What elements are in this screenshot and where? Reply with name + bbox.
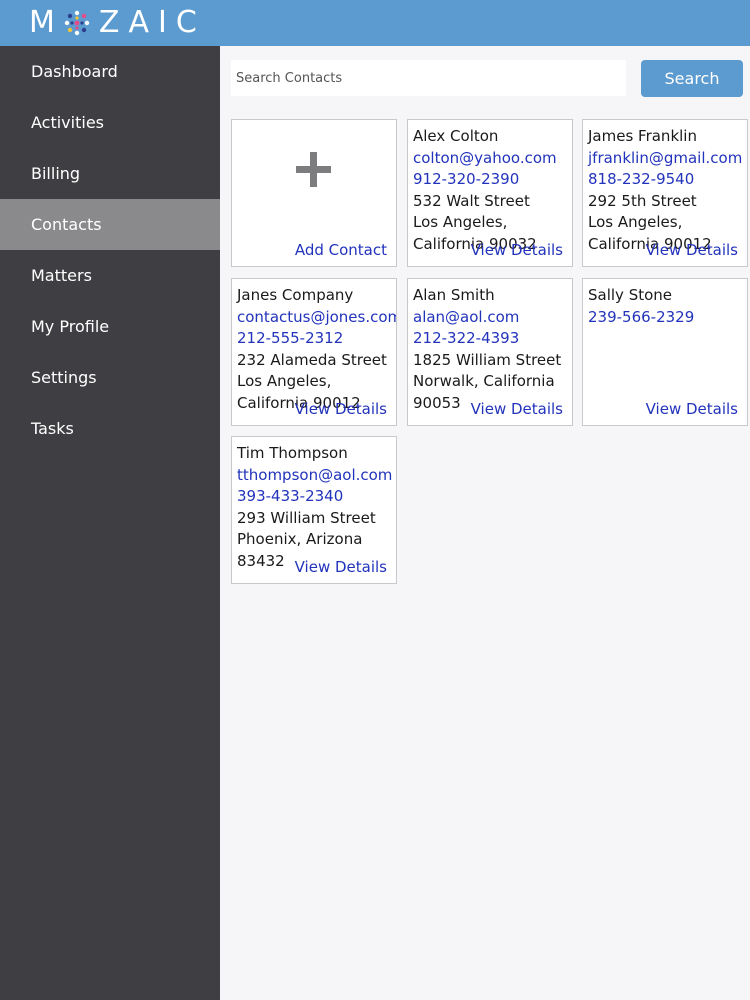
- contact-address-line: Norwalk, California: [413, 372, 555, 390]
- sidebar-item-tasks[interactable]: Tasks: [0, 403, 220, 454]
- plus-icon: [296, 152, 331, 187]
- sidebar-item-my-profile[interactable]: My Profile: [0, 301, 220, 352]
- view-details-link[interactable]: View Details: [295, 557, 387, 578]
- contact-card: James Franklin jfranklin@gmail.com 818-2…: [582, 119, 748, 267]
- logo-text-end: ZAIC: [98, 4, 206, 40]
- contact-phone[interactable]: 912-320-2390: [413, 169, 572, 191]
- logo-text-start: M: [29, 4, 64, 40]
- contact-address-line: 293 William Street: [237, 508, 376, 527]
- contact-email[interactable]: colton@yahoo.com: [413, 148, 572, 170]
- contact-address-line: Los Angeles,: [588, 213, 683, 231]
- contact-address-line: 532 Walt Street: [413, 191, 530, 210]
- contact-phone[interactable]: 212-555-2312: [237, 328, 396, 350]
- contact-card: Alex Colton colton@yahoo.com 912-320-239…: [407, 119, 573, 267]
- search-button[interactable]: Search: [641, 60, 743, 97]
- contact-name: Sally Stone: [588, 286, 673, 304]
- contact-address-line: Los Angeles,: [413, 213, 508, 231]
- contact-address-line: Los Angeles,: [237, 372, 332, 390]
- contact-card: Janes Company contactus@jones.com 212-55…: [231, 278, 397, 426]
- contact-email[interactable]: contactus@jones.com: [237, 307, 396, 329]
- view-details-link[interactable]: View Details: [646, 240, 738, 261]
- contact-name: James Franklin: [588, 127, 697, 145]
- contact-name: Alex Colton: [413, 127, 499, 145]
- top-bar: M ZAIC: [0, 0, 750, 46]
- contact-address-line: 232 Alameda Street: [237, 350, 387, 369]
- contact-name: Janes Company: [237, 286, 354, 304]
- contact-card: Sally Stone 239-566-2329 View Details: [582, 278, 748, 426]
- contact-email[interactable]: jfranklin@gmail.com: [588, 148, 747, 170]
- sidebar-item-billing[interactable]: Billing: [0, 148, 220, 199]
- contact-email[interactable]: alan@aol.com: [413, 307, 572, 329]
- view-details-link[interactable]: View Details: [646, 399, 738, 420]
- add-contact-link[interactable]: Add Contact: [295, 240, 387, 261]
- contact-email[interactable]: tthompson@aol.com: [237, 465, 396, 487]
- view-details-link[interactable]: View Details: [471, 240, 563, 261]
- contact-name: Tim Thompson: [237, 444, 348, 462]
- main-content: Search Add Contact Alex Colton colton@ya…: [220, 46, 750, 1000]
- contact-address-line: 292 5th Street: [588, 191, 697, 210]
- contact-name: Alan Smith: [413, 286, 495, 304]
- contact-address-line: 1825 William Street: [413, 350, 562, 369]
- contact-phone[interactable]: 212-322-4393: [413, 328, 572, 350]
- contact-address-line: Phoenix, Arizona: [237, 530, 363, 548]
- view-details-link[interactable]: View Details: [295, 399, 387, 420]
- contact-phone[interactable]: 393-433-2340: [237, 486, 396, 508]
- sidebar-item-activities[interactable]: Activities: [0, 97, 220, 148]
- contact-phone[interactable]: 818-232-9540: [588, 169, 747, 191]
- sidebar-item-dashboard[interactable]: Dashboard: [0, 46, 220, 97]
- add-contact-card[interactable]: Add Contact: [231, 119, 397, 267]
- contact-phone[interactable]: 239-566-2329: [588, 307, 747, 329]
- search-input[interactable]: [231, 60, 626, 96]
- sidebar-item-contacts[interactable]: Contacts: [0, 199, 220, 250]
- contact-card: Tim Thompson tthompson@aol.com 393-433-2…: [231, 436, 397, 584]
- sidebar-item-settings[interactable]: Settings: [0, 352, 220, 403]
- logo-dots-icon: [64, 9, 90, 36]
- view-details-link[interactable]: View Details: [471, 399, 563, 420]
- sidebar: Dashboard Activities Billing Contacts Ma…: [0, 46, 220, 1000]
- contact-card: Alan Smith alan@aol.com 212-322-4393 182…: [407, 278, 573, 426]
- sidebar-item-matters[interactable]: Matters: [0, 250, 220, 301]
- mozaic-logo[interactable]: M ZAIC: [29, 4, 206, 40]
